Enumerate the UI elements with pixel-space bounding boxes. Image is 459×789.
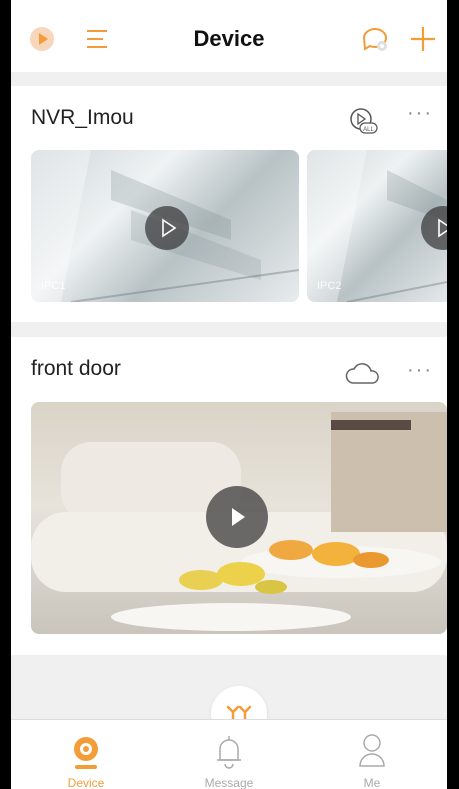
device-name: front door: [31, 357, 121, 380]
channel-thumbnail-ipc1[interactable]: IPC1: [31, 150, 299, 302]
play-icon[interactable]: [206, 486, 268, 548]
play-icon[interactable]: [421, 206, 447, 250]
camera-thumbnail-front-door[interactable]: [31, 402, 447, 634]
tab-device[interactable]: Device: [26, 720, 146, 789]
person-icon: [355, 732, 389, 775]
play-icon[interactable]: [145, 206, 189, 250]
app-screen: Device NVR_Imou ALL ··· IPC1 IPC2 front …: [11, 0, 447, 789]
channel-label: IPC1: [41, 280, 66, 292]
play-all-icon[interactable]: ALL: [347, 106, 379, 136]
device-tab-icon: [69, 734, 103, 777]
tab-label: Me: [363, 776, 381, 789]
device-card-front-door: front door ···: [11, 337, 447, 655]
channel-label: IPC2: [317, 280, 342, 292]
device-name: NVR_Imou: [31, 106, 134, 129]
more-options-button[interactable]: ···: [407, 359, 433, 382]
channel-thumbnail-ipc2[interactable]: IPC2: [307, 150, 447, 302]
svg-text:ALL: ALL: [363, 127, 374, 133]
top-bar: Device: [11, 0, 447, 72]
bottom-tab-bar: Device Message Me: [11, 719, 447, 789]
add-device-icon[interactable]: [406, 22, 440, 56]
chat-settings-icon[interactable]: [358, 22, 392, 56]
tab-label: Device: [67, 776, 105, 789]
tab-label: Message: [204, 776, 254, 789]
device-card-nvr: NVR_Imou ALL ··· IPC1 IPC2: [11, 86, 447, 322]
more-options-button[interactable]: ···: [407, 102, 433, 125]
tab-me[interactable]: Me: [312, 720, 432, 789]
bell-icon: [212, 732, 246, 775]
tab-message[interactable]: Message: [169, 720, 289, 789]
cloud-icon[interactable]: [345, 361, 381, 387]
